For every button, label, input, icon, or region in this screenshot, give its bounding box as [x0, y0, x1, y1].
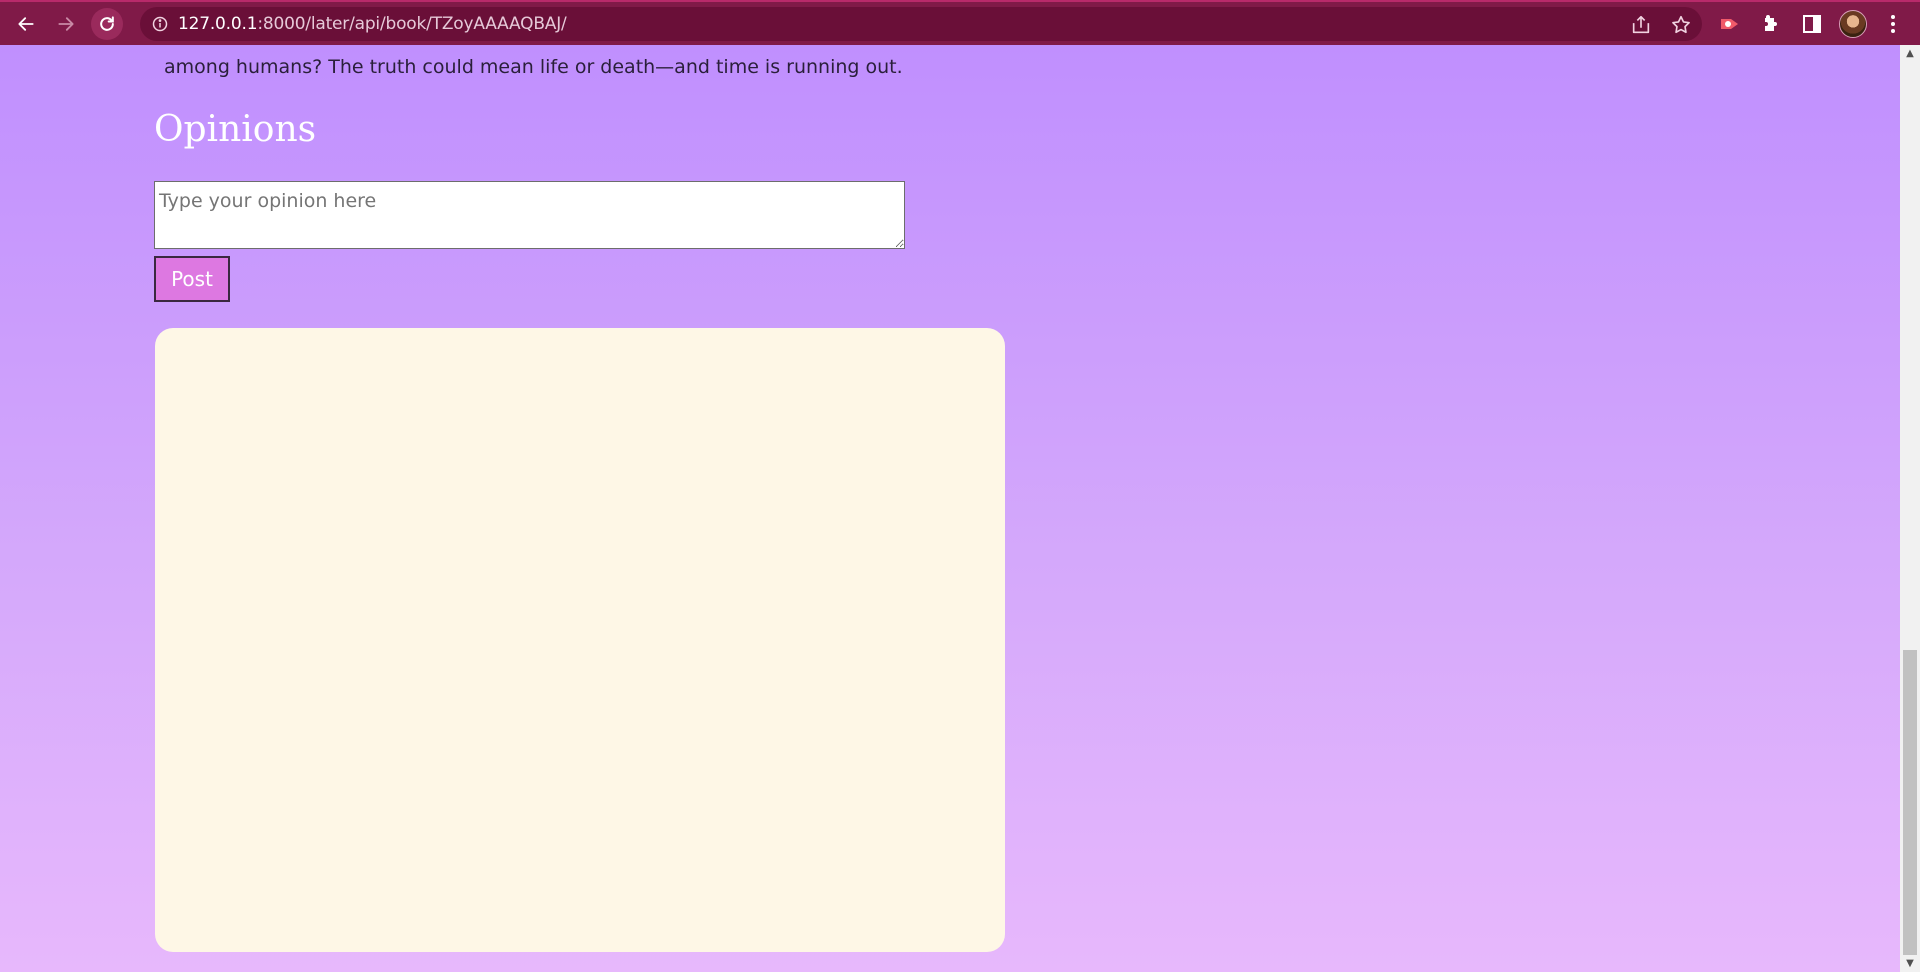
refresh-icon: [100, 16, 114, 31]
scroll-up-arrow[interactable]: ▲: [1900, 45, 1920, 62]
reload-button[interactable]: [91, 8, 123, 40]
opinions-heading: Opinions: [154, 109, 317, 150]
address-bar[interactable]: 127.0.0.1:8000/later/api/book/TZoyAAAAQB…: [140, 7, 1702, 41]
arrow-right-icon: [58, 17, 74, 31]
info-circle-icon[interactable]: [152, 16, 168, 32]
forward-button[interactable]: [50, 8, 82, 40]
scroll-down-arrow[interactable]: ▼: [1900, 955, 1920, 972]
url-path: :8000/later/api/book/TZoyAAAAQBAJ/: [257, 14, 567, 34]
share-icon[interactable]: [1630, 14, 1652, 36]
profile-avatar[interactable]: [1839, 10, 1867, 38]
puzzle-icon[interactable]: [1759, 12, 1783, 36]
record-extension-icon[interactable]: [1718, 12, 1742, 36]
browser-toolbar: 127.0.0.1:8000/later/api/book/TZoyAAAAQB…: [0, 0, 1920, 45]
opinions-list-panel: [155, 328, 1005, 952]
url-host: 127.0.0.1: [178, 14, 258, 34]
post-button[interactable]: Post: [154, 256, 230, 302]
kebab-menu-icon[interactable]: [1881, 12, 1905, 36]
page-scrollbar[interactable]: ▲ ▼: [1900, 45, 1920, 972]
arrow-left-icon: [18, 17, 34, 31]
sidebar-icon[interactable]: [1800, 12, 1824, 36]
back-button[interactable]: [10, 8, 42, 40]
book-summary-text: among humans? The truth could mean life …: [164, 56, 903, 78]
url-text[interactable]: 127.0.0.1:8000/later/api/book/TZoyAAAAQB…: [178, 14, 567, 34]
opinion-textarea[interactable]: [154, 181, 905, 249]
star-icon[interactable]: [1670, 14, 1692, 36]
scrollbar-thumb[interactable]: [1903, 650, 1917, 955]
page-viewport: among humans? The truth could mean life …: [0, 45, 1900, 972]
